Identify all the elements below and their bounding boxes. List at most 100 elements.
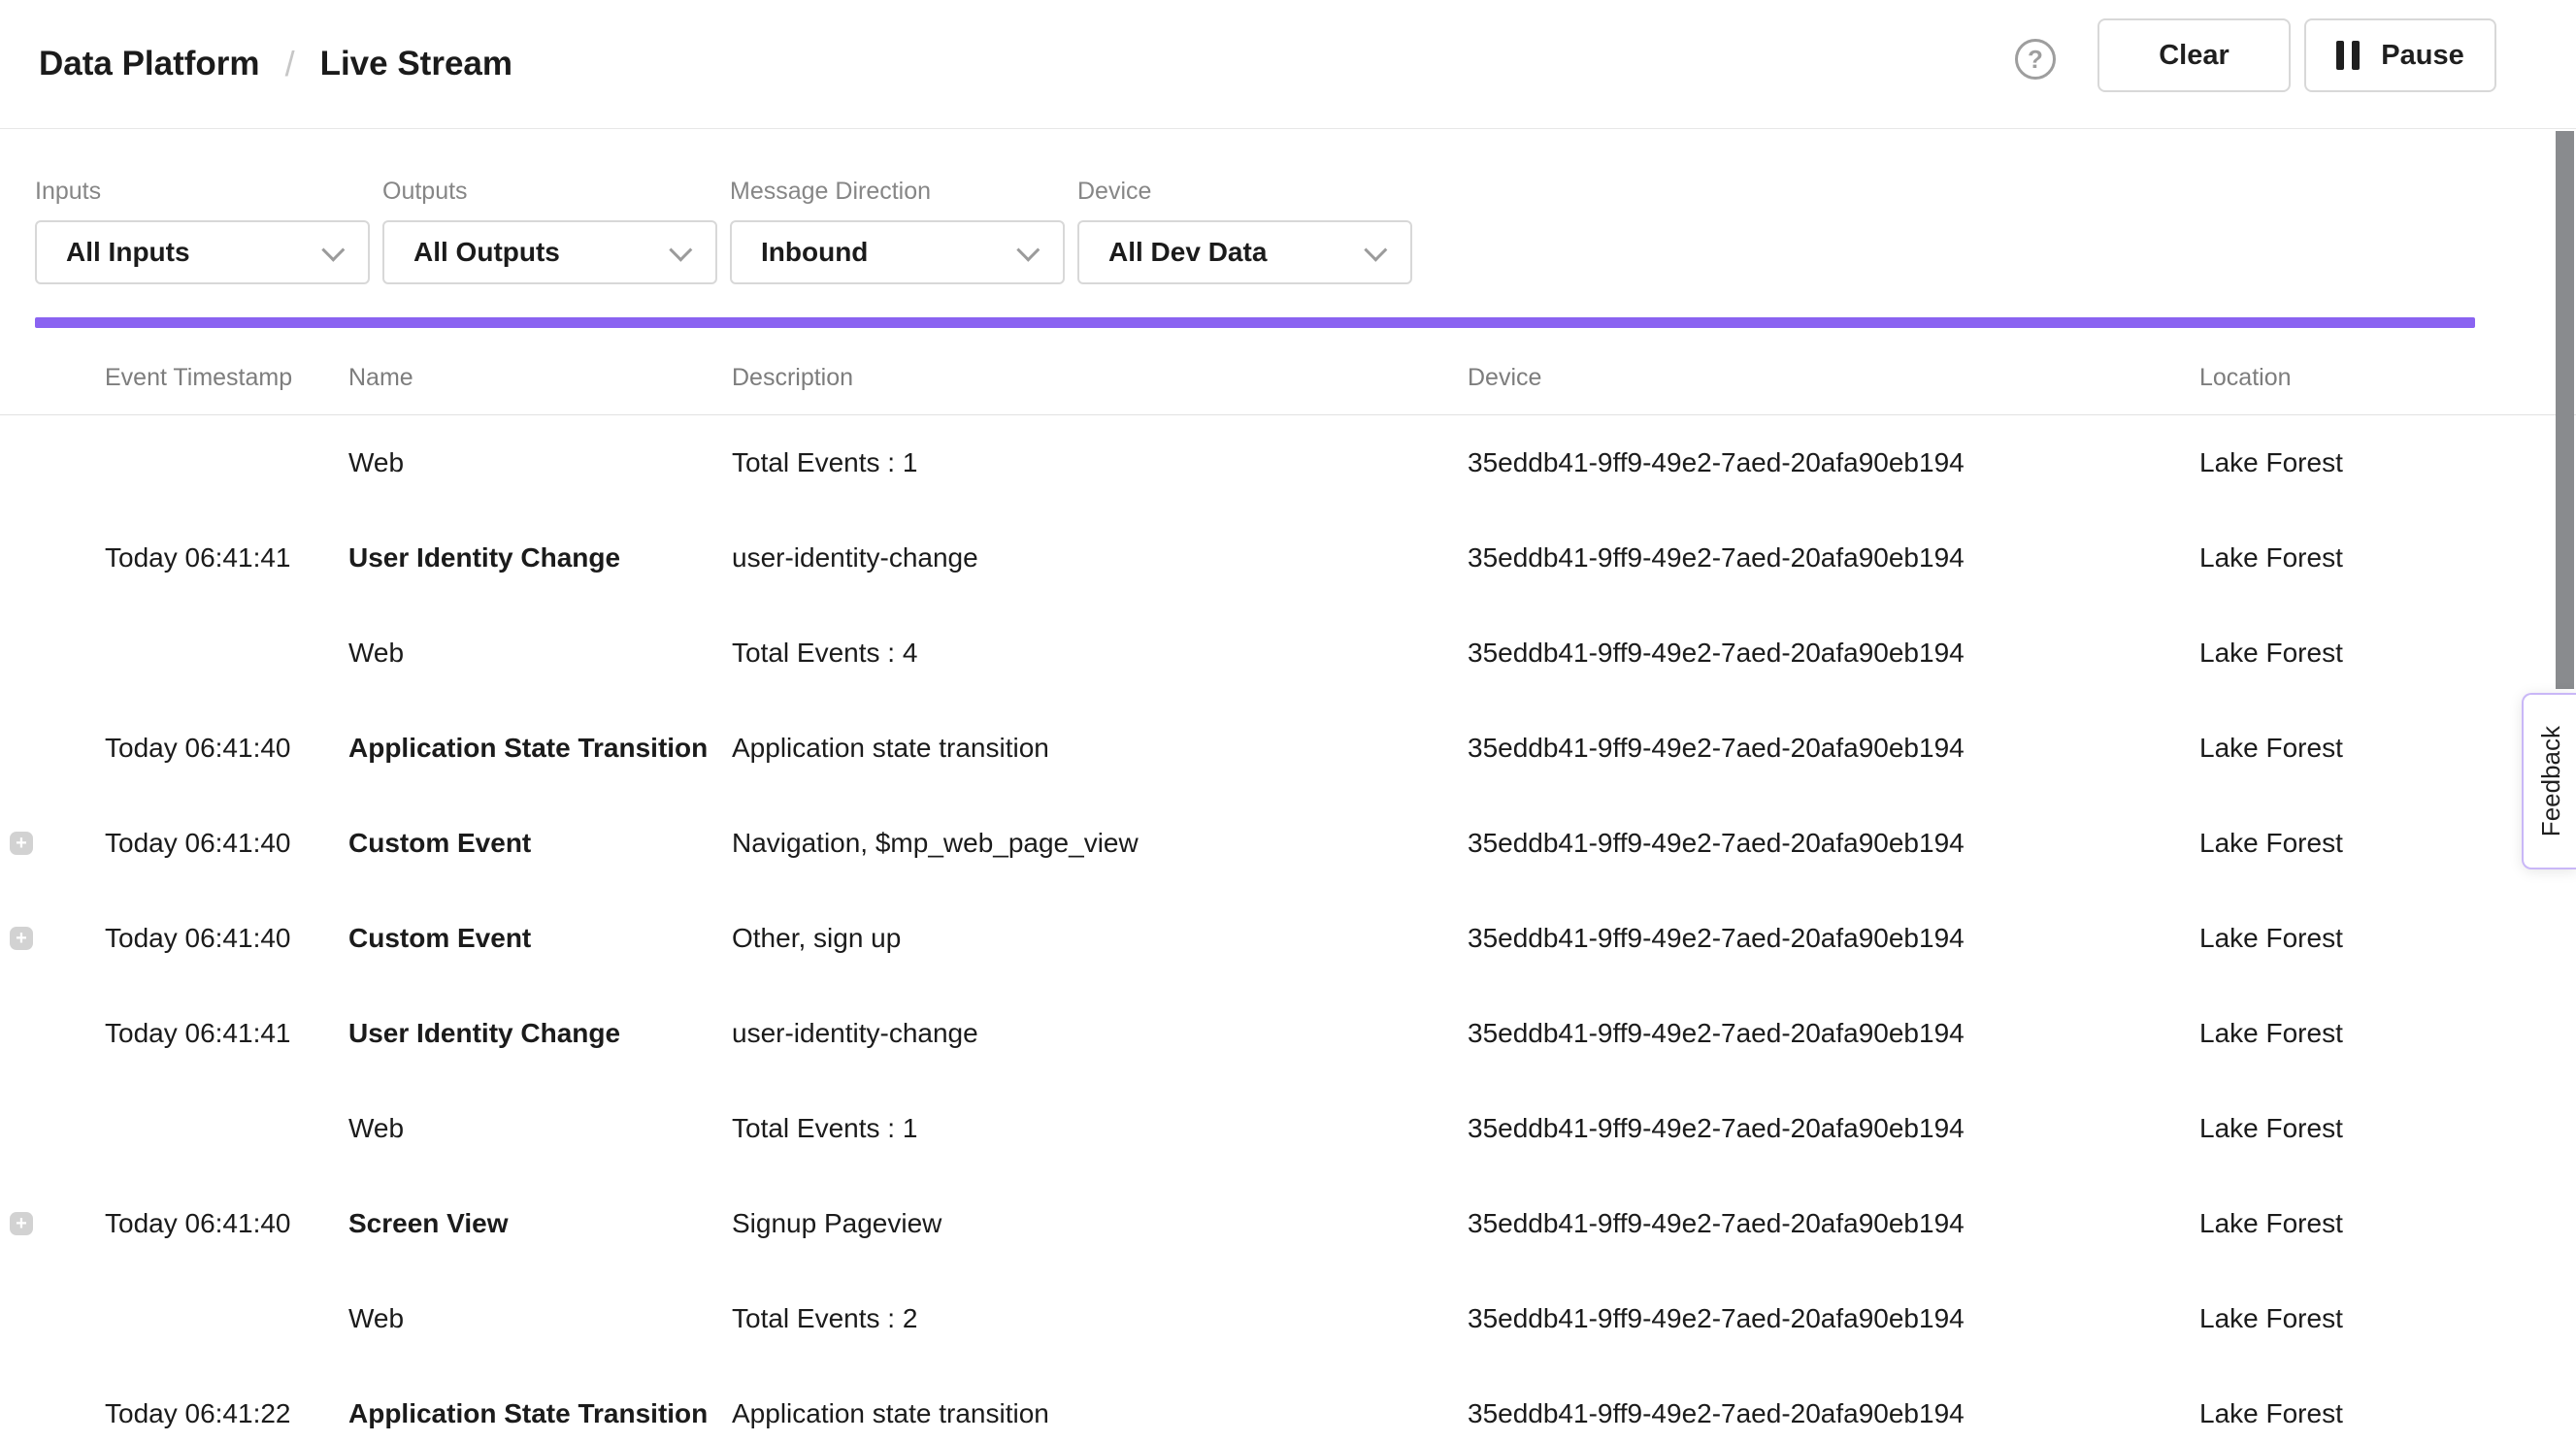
table-row[interactable]: + Web Total Events : 2 35eddb41-9ff9-49e… [0,1271,2576,1366]
event-location: Lake Forest [2199,1208,2576,1239]
column-description: Description [732,364,1468,392]
event-description: Total Events : 1 [732,1113,1468,1144]
table-row[interactable]: + Today 06:41:41 User Identity Change us… [0,986,2576,1081]
event-timestamp: Today 06:41:40 [105,923,348,954]
event-location: Lake Forest [2199,923,2576,954]
dropdown-value: All Outputs [413,237,670,268]
expand-cell: + [0,1307,105,1330]
dropdown-value: All Inputs [66,237,322,268]
expand-row-button[interactable]: + [10,832,33,855]
event-device: 35eddb41-9ff9-49e2-7aed-20afa90eb194 [1468,1113,2199,1144]
event-location: Lake Forest [2199,1113,2576,1144]
event-description: Signup Pageview [732,1208,1468,1239]
vertical-scrollbar[interactable] [2556,131,2574,689]
event-description: Other, sign up [732,923,1468,954]
expand-cell: + [0,737,105,760]
event-description: user-identity-change [732,542,1468,574]
filter-device: Device All Dev Data [1077,178,1412,284]
feedback-tab-label: Feedback [2536,726,2566,836]
event-name: User Identity Change [348,542,732,574]
pause-icon [2336,41,2360,70]
help-icon[interactable]: ? [2015,39,2056,80]
expand-cell: + [0,832,105,855]
expand-cell: + [0,1117,105,1140]
event-name: User Identity Change [348,1018,732,1049]
table-row[interactable]: + Today 06:41:41 User Identity Change us… [0,510,2576,606]
filter-label: Outputs [382,178,717,206]
filter-inputs: Inputs All Inputs [35,178,370,284]
table-row[interactable]: + Today 06:41:22 Application State Trans… [0,1366,2576,1442]
event-device: 35eddb41-9ff9-49e2-7aed-20afa90eb194 [1468,733,2199,764]
pause-button-label: Pause [2381,40,2463,72]
filter-outputs: Outputs All Outputs [382,178,717,284]
column-device: Device [1468,364,2199,392]
chevron-down-icon [1016,238,1040,261]
event-location: Lake Forest [2199,733,2576,764]
chevron-down-icon [669,238,692,261]
table-row[interactable]: + Today 06:41:40 Custom Event Other, sig… [0,891,2576,986]
event-name: Screen View [348,1208,732,1239]
filter-bar: Inputs All Inputs Outputs All Outputs Me… [35,178,2576,284]
event-device: 35eddb41-9ff9-49e2-7aed-20afa90eb194 [1468,1208,2199,1239]
filter-message-direction: Message Direction Inbound [730,178,1065,284]
chevron-down-icon [1364,238,1387,261]
event-location: Lake Forest [2199,1398,2576,1429]
event-timestamp: Today 06:41:41 [105,542,348,574]
table-row[interactable]: + Web Total Events : 1 35eddb41-9ff9-49e… [0,1081,2576,1176]
event-timestamp: Today 06:41:22 [105,1398,348,1429]
breadcrumb: Data Platform / Live Stream [39,44,512,84]
pause-button[interactable]: Pause [2304,18,2496,92]
event-name: Web [348,1303,732,1334]
column-event-timestamp: Event Timestamp [105,364,348,392]
inputs-dropdown[interactable]: All Inputs [35,220,370,284]
event-name: Web [348,638,732,669]
expand-row-button[interactable]: + [10,927,33,950]
event-location: Lake Forest [2199,638,2576,669]
outputs-dropdown[interactable]: All Outputs [382,220,717,284]
table-row[interactable]: + Web Total Events : 1 35eddb41-9ff9-49e… [0,415,2576,510]
feedback-tab[interactable]: Feedback [2522,693,2576,869]
event-name: Web [348,447,732,478]
expand-cell: + [0,546,105,570]
event-device: 35eddb41-9ff9-49e2-7aed-20afa90eb194 [1468,638,2199,669]
expand-cell: + [0,1022,105,1045]
event-timestamp: Today 06:41:41 [105,1018,348,1049]
event-location: Lake Forest [2199,1303,2576,1334]
event-description: Application state transition [732,733,1468,764]
column-location: Location [2199,364,2576,392]
breadcrumb-section[interactable]: Data Platform [39,45,260,83]
table-row[interactable]: + Today 06:41:40 Application State Trans… [0,701,2576,796]
event-name: Application State Transition [348,1398,732,1429]
event-name: Custom Event [348,923,732,954]
event-location: Lake Forest [2199,828,2576,859]
table-row[interactable]: + Today 06:41:40 Screen View Signup Page… [0,1176,2576,1271]
event-device: 35eddb41-9ff9-49e2-7aed-20afa90eb194 [1468,1303,2199,1334]
message-direction-dropdown[interactable]: Inbound [730,220,1065,284]
table-row[interactable]: + Today 06:41:40 Custom Event Navigation… [0,796,2576,891]
breadcrumb-page: Live Stream [320,45,512,83]
clear-button-label: Clear [2159,40,2229,72]
table-header: Event Timestamp Name Description Device … [0,328,2576,415]
expand-cell: + [0,1212,105,1235]
event-device: 35eddb41-9ff9-49e2-7aed-20afa90eb194 [1468,923,2199,954]
event-description: Navigation, $mp_web_page_view [732,828,1468,859]
event-table-body: + Web Total Events : 1 35eddb41-9ff9-49e… [0,415,2576,1442]
event-device: 35eddb41-9ff9-49e2-7aed-20afa90eb194 [1468,447,2199,478]
dropdown-value: All Dev Data [1108,237,1365,268]
accent-divider [35,317,2475,328]
expand-cell: + [0,641,105,665]
event-device: 35eddb41-9ff9-49e2-7aed-20afa90eb194 [1468,1018,2199,1049]
expand-row-button[interactable]: + [10,1212,33,1235]
event-device: 35eddb41-9ff9-49e2-7aed-20afa90eb194 [1468,1398,2199,1429]
event-description: Application state transition [732,1398,1468,1429]
clear-button[interactable]: Clear [2097,18,2291,92]
event-description: Total Events : 2 [732,1303,1468,1334]
event-timestamp: Today 06:41:40 [105,1208,348,1239]
expand-cell: + [0,1402,105,1426]
table-row[interactable]: + Web Total Events : 4 35eddb41-9ff9-49e… [0,606,2576,701]
event-description: Total Events : 4 [732,638,1468,669]
expand-cell: + [0,451,105,475]
device-dropdown[interactable]: All Dev Data [1077,220,1412,284]
event-description: Total Events : 1 [732,447,1468,478]
event-location: Lake Forest [2199,542,2576,574]
